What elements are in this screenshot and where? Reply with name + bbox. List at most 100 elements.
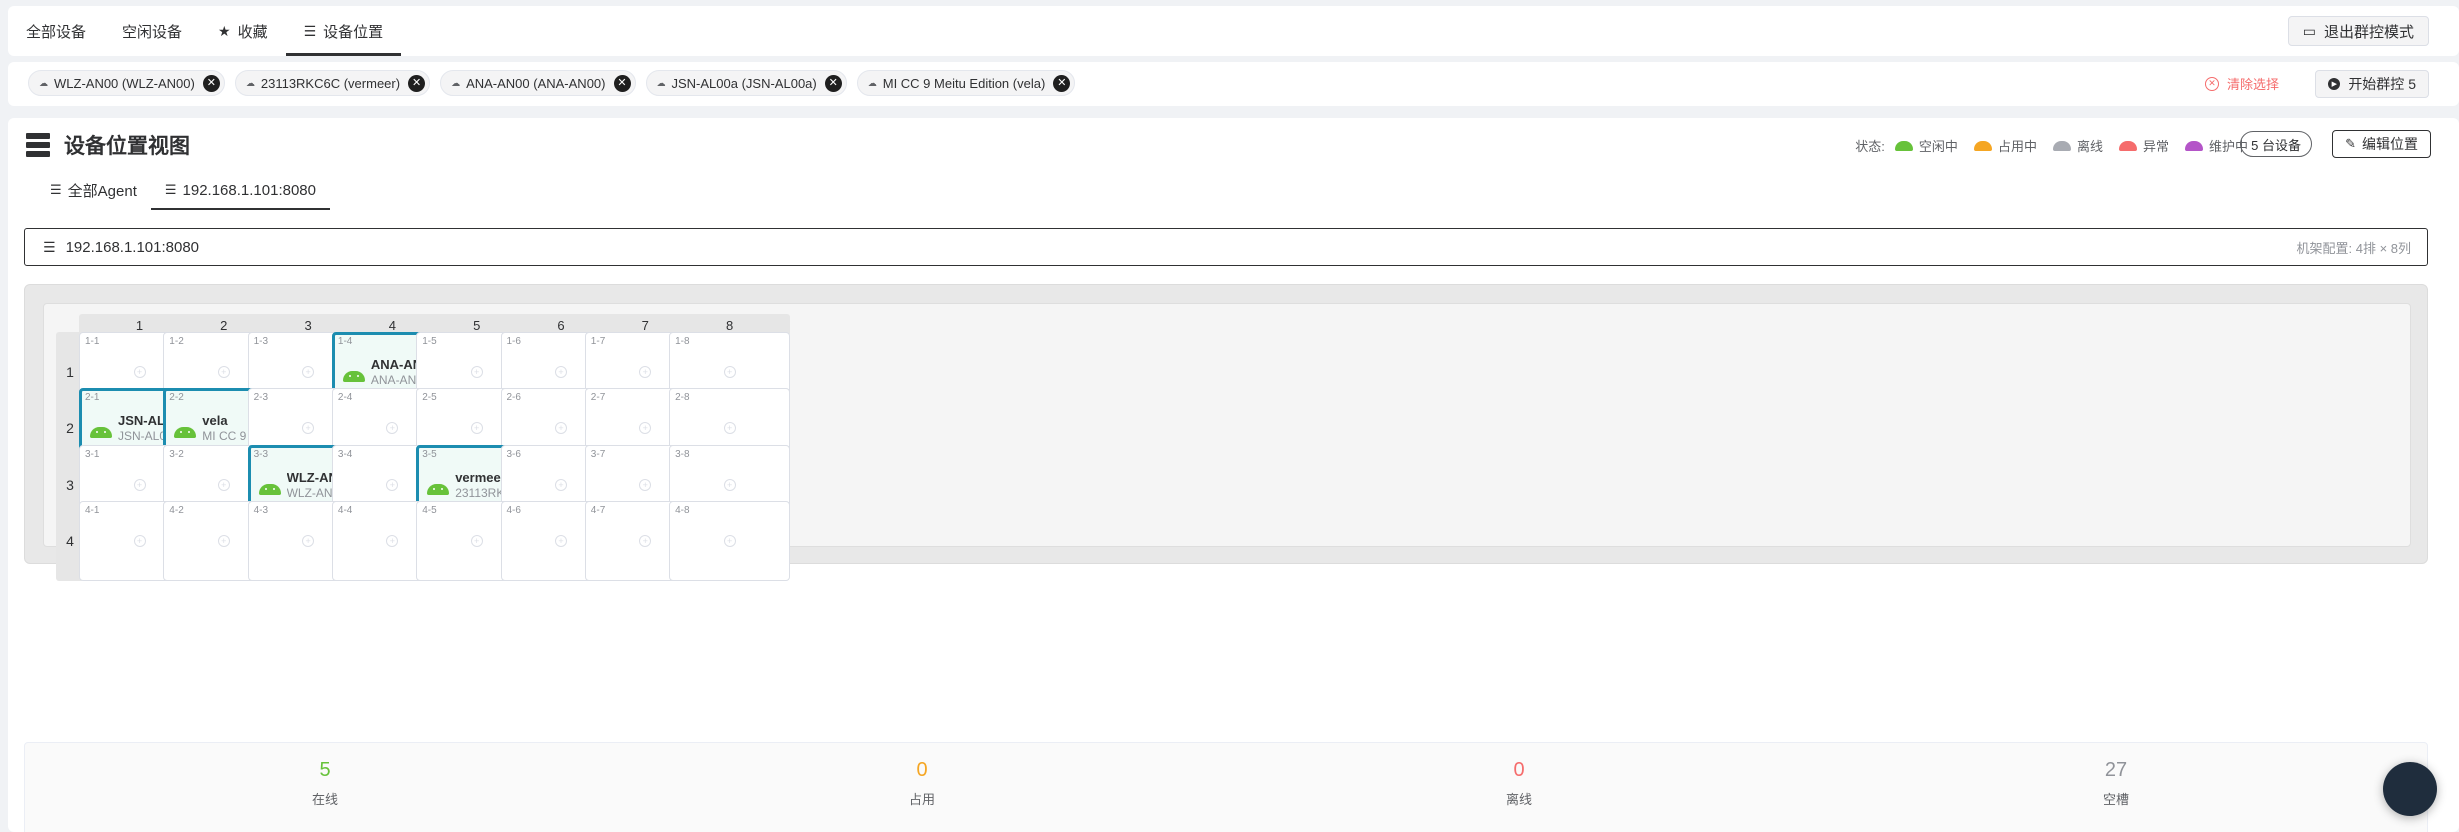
add-icon: +	[302, 422, 315, 435]
chip-label: JSN-AL00a (JSN-AL00a)	[671, 75, 817, 91]
exit-group-control-button[interactable]: ▭ 退出群控模式	[2287, 16, 2429, 46]
legend-maintenance: 维护中	[2184, 136, 2248, 155]
slot-id: 2-6	[506, 392, 521, 404]
add-icon: +	[302, 534, 315, 547]
slot-id: 3-7	[590, 448, 606, 460]
tab-device-location[interactable]: ☰ 设备位置	[285, 6, 402, 56]
clear-selection-label: 清除选择	[2226, 77, 2279, 92]
clear-selection-button[interactable]: ✕ 清除选择	[2204, 74, 2279, 93]
slot-id: 4-2	[169, 504, 184, 516]
android-icon	[2052, 140, 2071, 151]
tab-label: 设备位置	[323, 23, 384, 41]
close-icon[interactable]: ✕	[824, 74, 842, 92]
android-icon: ☁	[245, 77, 255, 88]
device-chip[interactable]: ☁ 23113RKC6C (vermeer) ✕	[234, 70, 431, 96]
add-icon: +	[723, 422, 736, 435]
start-button-label: 开始群控 5	[2348, 76, 2416, 92]
close-icon[interactable]: ✕	[613, 74, 631, 92]
add-icon: +	[217, 534, 230, 547]
slot-id: 4-4	[337, 504, 353, 516]
empty-slot[interactable]: 4-8 +	[669, 500, 791, 581]
legend-offline: 离线	[2052, 136, 2103, 155]
chip-label: MI CC 9 Meitu Edition (vela)	[882, 75, 1046, 91]
rack: 1 2 3 4 5 6 7 8 1 2 3 4 1-1 +1-2 +1-3 +1-4 ANA-AN00 ANA-A…	[24, 284, 2428, 581]
add-icon: +	[133, 534, 146, 547]
slot-id: 3-8	[675, 448, 690, 460]
stat-item: 27 空槽	[2016, 757, 2216, 808]
slot-id: 2-3	[253, 392, 269, 404]
android-icon	[342, 371, 365, 382]
add-icon: +	[386, 422, 399, 435]
stat-item: 5 在线	[225, 757, 425, 808]
tab-idle-devices[interactable]: 空闲设备	[104, 6, 200, 56]
stat-item: 0 离线	[1419, 757, 1619, 808]
slot-id: 1-7	[590, 336, 606, 347]
slot-id: 1-2	[169, 336, 184, 347]
legend-error: 异常	[2118, 136, 2169, 155]
slot-id: 1-1	[85, 336, 100, 347]
slot-id: 4-6	[506, 504, 521, 516]
add-icon: +	[133, 366, 146, 378]
stat-value: 27	[2104, 759, 2128, 781]
slot-id: 2-7	[590, 392, 606, 404]
stat-item: 0 占用	[822, 757, 1022, 808]
stat-value: 0	[1513, 759, 1525, 781]
add-icon: +	[639, 422, 652, 435]
close-icon[interactable]: ✕	[408, 74, 426, 92]
add-icon: +	[555, 366, 567, 378]
legend-item-label: 占用中	[1997, 139, 2037, 154]
slot-id: 4-5	[422, 504, 437, 516]
panel-header: 设备位置视图	[26, 130, 190, 160]
slot-id: 4-3	[253, 504, 269, 516]
clear-icon: ✕	[2204, 76, 2219, 91]
legend-item-label: 离线	[2076, 139, 2103, 154]
floating-action-button[interactable]	[2383, 762, 2437, 816]
slot-id: 3-3	[253, 448, 269, 460]
agent-header: ☰ 192.168.1.101:8080 机架配置: 4排 × 8列	[24, 228, 2428, 266]
slot-id: 2-5	[422, 392, 437, 404]
page-title: 设备位置视图	[64, 135, 190, 158]
slot-id: 1-6	[506, 336, 521, 347]
add-icon: +	[133, 478, 146, 491]
tab-favorites[interactable]: ★ 收藏	[200, 6, 286, 56]
stat-label: 空槽	[2102, 792, 2129, 807]
stat-label: 在线	[311, 792, 338, 807]
tab-label: 空闲设备	[122, 23, 183, 41]
agent-tabs: ☰ 全部Agent ☰ 192.168.1.101:8080	[36, 170, 331, 210]
play-icon: ▶	[2328, 78, 2341, 90]
chip-label: 23113RKC6C (vermeer)	[260, 75, 401, 91]
add-icon: +	[723, 366, 736, 378]
close-icon[interactable]: ✕	[202, 74, 220, 92]
device-chip[interactable]: ☁ JSN-AL00a (JSN-AL00a) ✕	[645, 70, 847, 96]
device-chip[interactable]: ☁ MI CC 9 Meitu Edition (vela) ✕	[856, 70, 1076, 96]
device-chip[interactable]: ☁ ANA-AN00 (ANA-AN00) ✕	[440, 70, 636, 96]
pencil-icon: ✎	[2345, 136, 2356, 151]
device-chip[interactable]: ☁ WLZ-AN00 (WLZ-AN00) ✕	[28, 70, 225, 96]
add-icon: +	[723, 534, 736, 547]
slot-id: 2-1	[85, 392, 100, 404]
slot-id: 3-6	[506, 448, 521, 460]
tab-all-devices[interactable]: 全部设备	[8, 6, 104, 56]
tab-all-agents[interactable]: ☰ 全部Agent	[36, 170, 151, 210]
add-icon: +	[555, 534, 567, 547]
edit-location-button[interactable]: ✎ 编辑位置	[2332, 130, 2431, 158]
legend-busy: 占用中	[1973, 136, 2037, 155]
close-icon[interactable]: ✕	[1053, 74, 1071, 92]
slot-id: 4-7	[590, 504, 606, 516]
android-icon	[1894, 140, 1913, 151]
top-tab-bar: 全部设备 空闲设备 ★ 收藏 ☰ 设备位置 ▭ 退出群控模式	[8, 6, 2459, 56]
star-icon: ★	[218, 22, 231, 39]
status-legend: 状态: 空闲中 占用中 离线 异常 维护中	[1855, 136, 2264, 155]
android-icon	[174, 427, 197, 439]
slot-id: 3-2	[169, 448, 184, 460]
add-icon: +	[217, 366, 230, 378]
add-icon: +	[470, 534, 483, 547]
stat-value: 0	[916, 759, 928, 781]
add-icon: +	[555, 422, 567, 435]
list-icon: ☰	[50, 182, 62, 197]
start-group-control-button[interactable]: ▶ 开始群控 5	[2315, 70, 2429, 98]
legend-item-label: 空闲中	[1918, 139, 1958, 154]
add-icon: +	[639, 366, 652, 378]
tab-agent-192-168-1-101[interactable]: ☰ 192.168.1.101:8080	[150, 170, 331, 210]
edit-button-label: 编辑位置	[2362, 136, 2418, 152]
